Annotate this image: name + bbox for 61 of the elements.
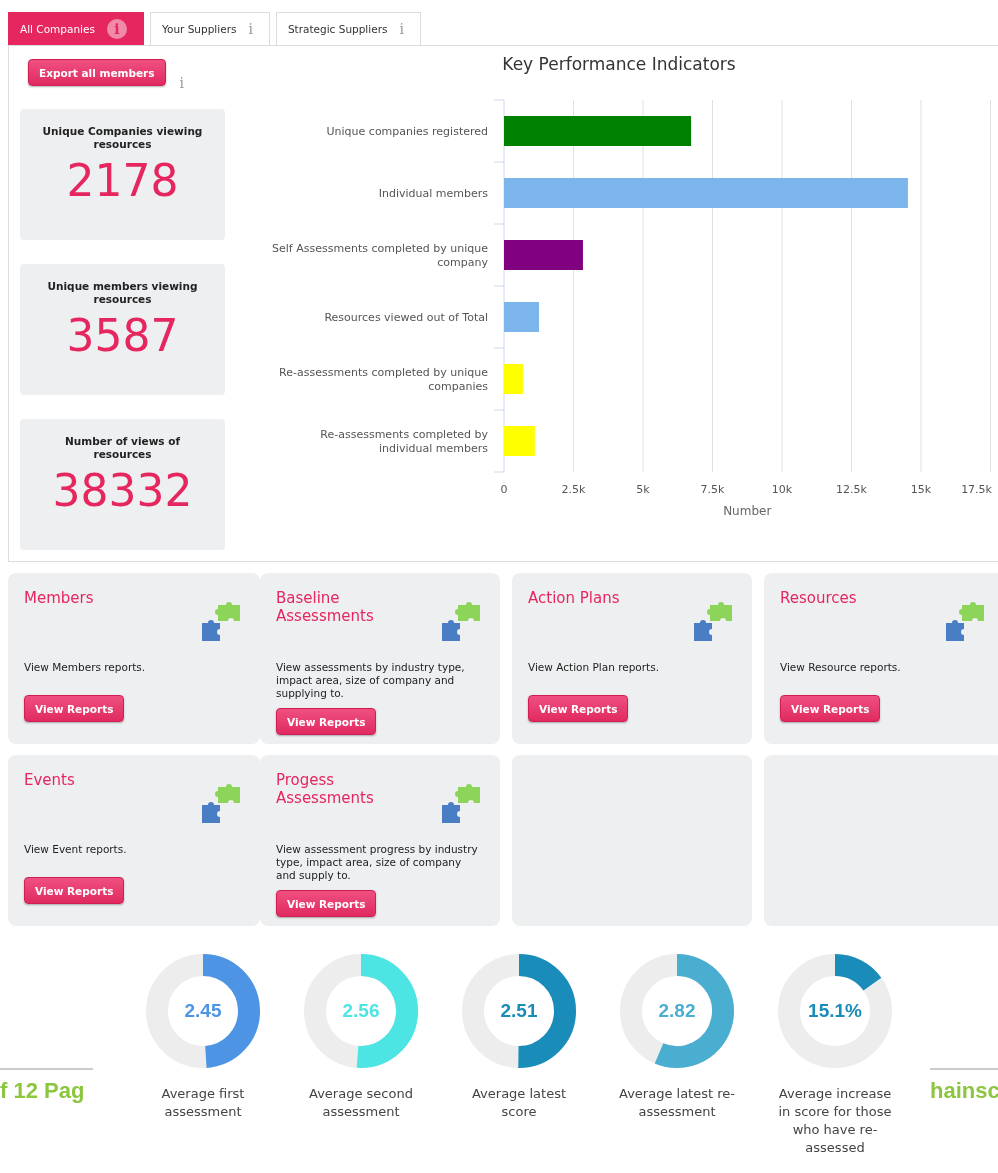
tick-label: 7.5k (700, 483, 725, 496)
stat-value: 38332 (52, 465, 193, 516)
gauge-label: Average second assessment (308, 1085, 414, 1121)
view-reports-button[interactable]: View Reports (276, 890, 377, 917)
category-label: Unique companies registered (326, 125, 488, 138)
tick-label: 0 (500, 483, 508, 496)
tick-label: 12.5k (836, 483, 867, 496)
card-title: Members (24, 589, 95, 609)
stat-value: 3587 (66, 310, 179, 361)
info-icon[interactable]: i (248, 21, 253, 37)
gauge-value: 2.82 (657, 1000, 697, 1022)
bar (504, 426, 535, 456)
export-button[interactable]: Export all members (28, 59, 166, 86)
card-description: View Action Plan reports. (528, 661, 661, 675)
page-footer-text: f 12 Pag (0, 1068, 93, 1108)
tick-label: 5k (636, 483, 650, 496)
gauge-label: Average increase in score for those who have re-assessed (777, 1085, 893, 1157)
card-title: Resources (780, 589, 858, 609)
info-icon[interactable]: i (179, 75, 185, 93)
view-reports-button[interactable]: View Reports (24, 695, 125, 722)
tab[interactable]: Strategic Suppliers i (275, 12, 421, 45)
chart-title: Key Performance Indicators (501, 54, 737, 76)
gauge-value: 15.1% (807, 1000, 863, 1022)
view-reports-button[interactable]: View Reports (24, 877, 125, 904)
gauge-label: Average first assessment (160, 1085, 246, 1121)
gauge-label: Average latest score (470, 1085, 568, 1121)
stat-label: Unique Companies viewing resources (41, 125, 204, 151)
gauge-value: 2.51 (499, 1000, 539, 1022)
tab[interactable]: Your Suppliers i (149, 12, 270, 45)
stat-label: Number of views of resources (63, 435, 182, 461)
card-title: Action Plans (528, 589, 621, 609)
card-description: View assessments by industry type, impact area, size of company and supplying to. (276, 661, 466, 700)
axis-title: Number (723, 504, 772, 518)
stat-value: 2178 (66, 155, 179, 206)
tick-label: 2.5k (561, 483, 586, 496)
view-reports-button[interactable]: View Reports (528, 695, 629, 722)
gauge-value: 2.56 (341, 1000, 381, 1022)
tick-label: 17.5k (961, 483, 992, 496)
card-description: View assessment progress by industry type, impact area, size of company and supply to. (276, 843, 479, 882)
category-label: Re-assessments completed by unique companies (279, 366, 488, 393)
gauge-value: 2.45 (183, 1000, 223, 1022)
card-title: Progess Assessments (276, 771, 375, 809)
category-label: Resources viewed out of Total (324, 311, 488, 324)
bar (504, 302, 540, 332)
category-label: Re-assessments completed by individual members (320, 428, 488, 455)
tick-label: 15k (910, 483, 932, 496)
bar (504, 364, 523, 394)
stat-label: Unique members viewing resources (46, 280, 199, 306)
tab[interactable]: All Companies i (8, 12, 144, 45)
card-description: View Event reports. (24, 843, 128, 857)
card-description: View Resource reports. (780, 661, 902, 675)
info-icon[interactable]: i (399, 21, 404, 37)
tick-label: 10k (771, 483, 793, 496)
card-title: Baseline Assessments (276, 589, 375, 627)
view-reports-button[interactable]: View Reports (276, 708, 377, 735)
category-label: Self Assessments completed by unique company (272, 242, 488, 269)
category-label: Individual members (378, 187, 488, 200)
card-description: View Members reports. (24, 661, 147, 675)
card-title: Events (24, 771, 76, 791)
gauge-label: Average latest re-assessment (619, 1085, 735, 1121)
view-reports-button[interactable]: View Reports (780, 695, 881, 722)
